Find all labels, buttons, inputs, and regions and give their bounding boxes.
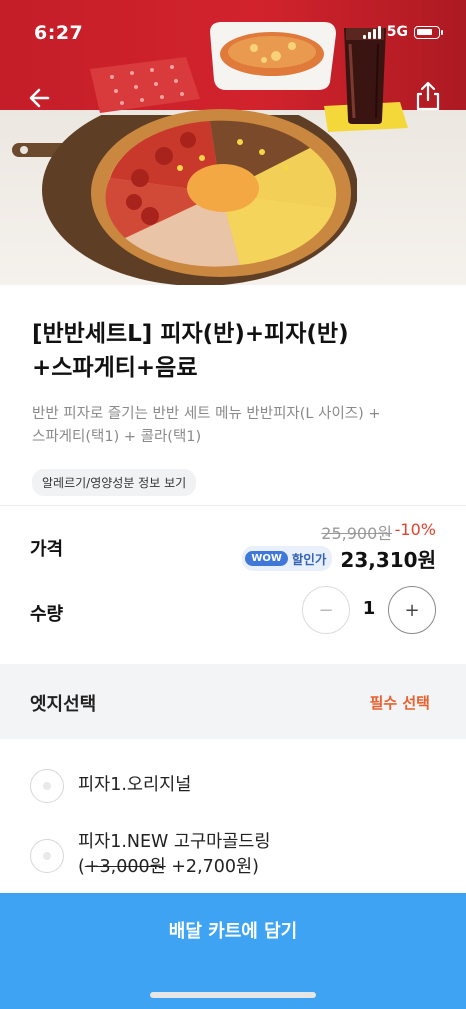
quantity-label: 수량 <box>30 604 64 625</box>
discount-rate: -10% <box>394 520 436 539</box>
share-button[interactable] <box>410 78 446 114</box>
battery-icon <box>414 25 443 39</box>
final-price: 23,310원 <box>340 548 436 572</box>
wow-price-row: WOW 할인가 23,310원 <box>242 544 436 573</box>
network-label: 5G <box>386 24 408 40</box>
add-to-cart-label: 배달 카트에 담기 <box>168 921 298 942</box>
required-badge: 필수 선택 <box>369 694 430 712</box>
price-section: 가격 25,900원 -10% WOW 할인가 23,310원 수량 − 1 + <box>0 506 466 664</box>
option-group-header: 엣지선택 필수 선택 <box>0 664 466 739</box>
product-info: [반반세트L] 피자(반)+피자(반) +스파게티+음료 반반 피자로 즐기는 … <box>0 285 466 505</box>
original-price: 25,900원 <box>321 524 392 543</box>
quantity-value: 1 <box>362 598 376 619</box>
option-price: +2,700원) <box>165 857 259 877</box>
quantity-decrease-button[interactable]: − <box>302 586 350 634</box>
option-label-block: 피자1.NEW 고구마골드링 (+3,000원 +2,700원) <box>78 830 271 880</box>
placemat-image <box>90 57 200 113</box>
share-icon <box>416 81 440 111</box>
wow-pill: WOW <box>245 551 288 566</box>
status-indicators: 5G <box>362 24 443 40</box>
pizza-image <box>91 109 351 277</box>
price-label: 가격 <box>30 539 64 560</box>
status-bar: 6:27 5G <box>0 0 466 64</box>
wow-discount-badge: WOW 할인가 <box>242 546 333 571</box>
radio-button[interactable] <box>30 769 64 803</box>
home-indicator <box>150 992 316 998</box>
radio-button[interactable] <box>30 839 64 873</box>
option-label: 피자1.오리지널 <box>78 775 192 795</box>
option-list: 피자1.오리지널 피자1.NEW 고구마골드링 (+3,000원 +2,700원… <box>0 739 466 893</box>
option-group-title: 엣지선택 <box>30 694 97 715</box>
product-description-line2: 스파게티(택1) + 콜라(택1) <box>32 429 202 445</box>
option-label: 피자1.NEW 고구마골드링 <box>78 832 271 852</box>
arrow-left-icon <box>29 88 50 108</box>
allergy-info-chip[interactable]: 알레르기/영양성분 정보 보기 <box>32 469 197 496</box>
plus-icon: + <box>404 599 420 621</box>
option-price-line: (+3,000원 +2,700원) <box>78 855 271 880</box>
product-title: [반반세트L] 피자(반)+피자(반) +스파게티+음료 <box>32 317 436 385</box>
product-title-line2: +스파게티+음료 <box>32 355 198 381</box>
signal-icon <box>362 25 381 39</box>
product-description-line1: 반반 피자로 즐기는 반반 세트 메뉴 반반피자(L 사이즈) + <box>32 406 381 422</box>
status-time: 6:27 <box>34 22 84 44</box>
wow-discount-label: 할인가 <box>291 552 327 567</box>
quantity-increase-button[interactable]: + <box>388 586 436 634</box>
product-description: 반반 피자로 즐기는 반반 세트 메뉴 반반피자(L 사이즈) + 스파게티(택… <box>32 403 436 449</box>
option-item-original[interactable]: 피자1.오리지널 <box>0 769 466 803</box>
option-item-gold-ring[interactable]: 피자1.NEW 고구마골드링 (+3,000원 +2,700원) <box>0 830 466 882</box>
minus-icon: − <box>318 599 334 621</box>
product-title-line1: [반반세트L] 피자(반)+피자(반) <box>32 321 349 347</box>
option-original-price: +3,000원 <box>84 857 166 877</box>
option-price-paren: ( <box>78 857 85 877</box>
back-button[interactable] <box>22 80 58 116</box>
